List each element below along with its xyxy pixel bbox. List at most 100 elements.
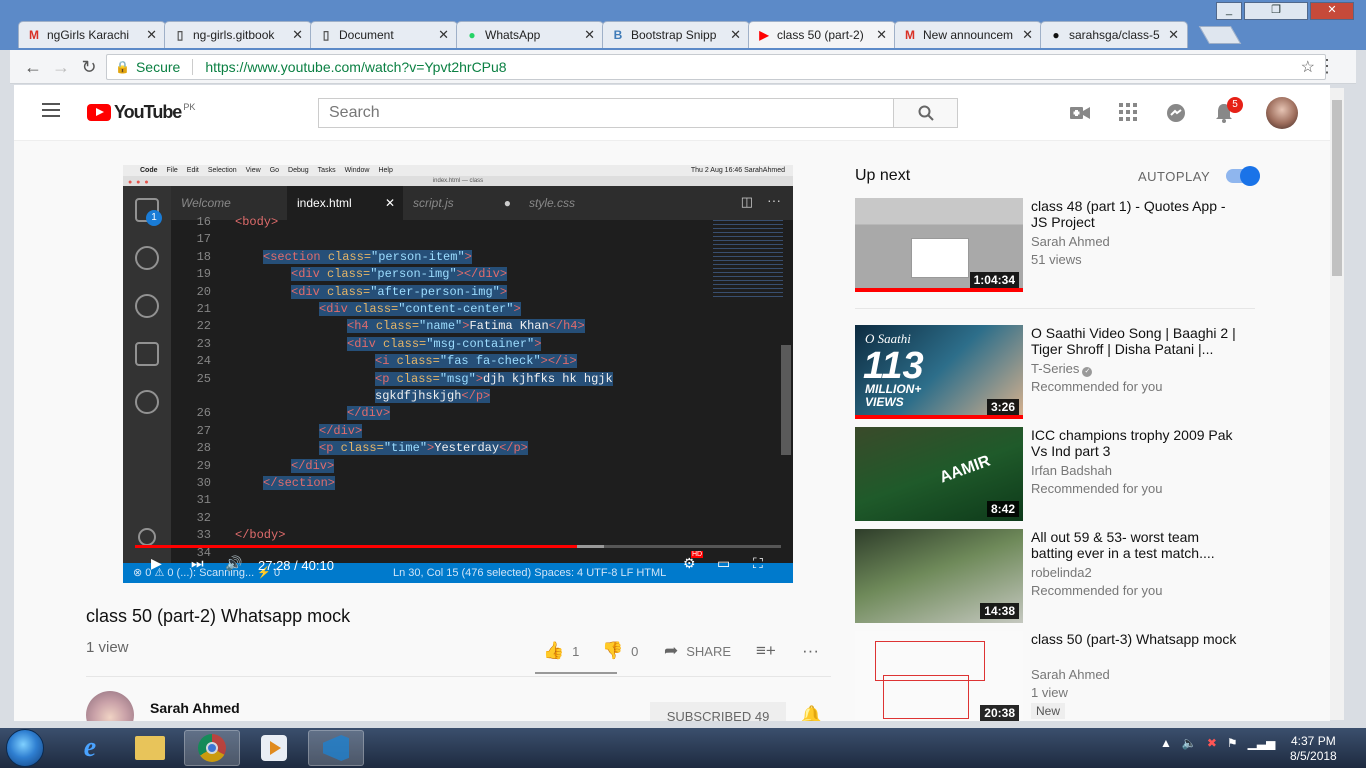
messages-icon[interactable] [1165,103,1187,125]
fullscreen-icon[interactable]: ⛶ [753,555,763,572]
tab-close-icon[interactable]: ✕ [1168,27,1179,43]
maximize-button[interactable]: ❐ [1244,2,1308,20]
signal-icon[interactable]: ▁▃▅ [1248,736,1276,750]
recommended-title[interactable]: class 50 (part-3) Whatsapp mock [1031,631,1241,647]
page-scrollbar[interactable] [1330,88,1344,720]
tab-close-icon[interactable]: ✕ [876,27,887,43]
autoplay-toggle[interactable] [1226,166,1260,186]
dislike-button[interactable]: 👎 0 [602,641,638,661]
share-icon: ➦ [664,641,679,660]
video-thumbnail[interactable]: 20:38 [855,631,1023,721]
recommended-video[interactable]: 14:38 All out 59 & 53- worst team batting… [855,529,1255,625]
like-button[interactable]: 👍 1 [543,641,579,661]
system-tray: ▲ 🔈 ✖ ⚑ ▁▃▅ [1160,736,1275,750]
youtube-icon: ▶ [759,28,769,42]
tab-close-icon[interactable]: ✕ [584,27,595,43]
browser-tab[interactable]: ● WhatsApp ✕ [456,21,604,48]
recommended-title[interactable]: All out 59 & 53- worst team batting ever… [1031,529,1241,561]
recommended-title[interactable]: O Saathi Video Song | Baaghi 2 | Tiger S… [1031,325,1241,357]
channel-avatar[interactable] [86,691,134,721]
editor-tab-script-js: script.js ● [403,186,519,220]
tab-close-icon[interactable]: ✕ [730,27,741,43]
recommended-channel[interactable]: T-Series ✓ [1031,361,1093,377]
minimize-button[interactable]: _ [1216,2,1242,20]
settings-icon[interactable]: ⚙ HD [683,551,704,572]
video-progress-bar[interactable] [135,545,781,548]
video-thumbnail[interactable]: AAMIR 8:42 [855,427,1023,521]
share-button[interactable]: ➦ SHARE [664,641,731,661]
tab-close-icon[interactable]: ✕ [1022,27,1033,43]
recommended-title[interactable]: ICC champions trophy 2009 Pak Vs Ind par… [1031,427,1241,459]
search-input[interactable]: Search [318,98,894,128]
reload-icon[interactable]: ↻ [78,56,100,78]
browser-tab[interactable]: B Bootstrap Snipp ✕ [602,21,750,48]
editor-scrollbar [781,345,791,455]
internet-explorer-icon[interactable]: e [62,730,118,766]
back-icon[interactable]: ← [22,56,44,78]
minimap [713,220,783,300]
recommended-video[interactable]: 20:38 class 50 (part-3) Whatsapp mock Sara… [855,631,1255,721]
speaker-icon[interactable]: 🔈 [1182,736,1197,750]
video-thumbnail[interactable]: 1:04:34 [855,198,1023,292]
video-thumbnail[interactable]: 14:38 [855,529,1023,623]
more-dots-icon: ··· [802,641,819,660]
recommended-channel[interactable]: Sarah Ahmed [1031,667,1110,682]
channel-name[interactable]: Sarah Ahmed [150,700,240,716]
recommended-meta: 51 views [1031,252,1082,267]
recommended-title[interactable]: class 48 (part 1) - Quotes App - JS Proj… [1031,198,1241,230]
user-avatar[interactable] [1266,97,1298,129]
media-player-icon[interactable] [246,730,302,766]
browser-tab[interactable]: ▯ Document ✕ [310,21,458,48]
youtube-logo[interactable]: YouTube PK [87,102,195,123]
video-player[interactable]: Code File Edit Selection View Go Debug Tasks Win… [123,165,793,583]
next-video-icon[interactable]: ⏭ [191,555,204,572]
browser-tab[interactable]: ▯ ng-girls.gitbook ✕ [164,21,312,48]
close-window-button[interactable]: ✕ [1310,2,1354,20]
url-bar[interactable]: 🔒 Secure https://www.youtube.com/watch?v… [106,54,1326,80]
bookmark-star-icon[interactable]: ☆ [1301,57,1315,77]
vscode-icon[interactable] [308,730,364,766]
browser-tab[interactable]: ▶ class 50 (part-2) ✕ [748,21,896,48]
recommended-meta: Recommended for you [1031,481,1163,496]
play-icon[interactable]: ▶ [151,555,162,572]
clock[interactable]: 4:37 PM 8/5/2018 [1290,734,1337,764]
tab-close-icon[interactable]: ✕ [292,27,303,43]
subscription-bell-icon[interactable]: 🔔 [800,705,822,721]
recommended-video[interactable]: 1:04:34 class 48 (part 1) - Quotes App - … [855,198,1255,294]
add-to-playlist-button[interactable]: ≡+ [756,641,776,661]
forward-icon[interactable]: → [50,56,72,78]
recommended-channel[interactable]: robelinda2 [1031,565,1092,580]
search-button[interactable] [893,98,958,128]
recommended-channel[interactable]: Irfan Badshah [1031,463,1112,478]
start-button[interactable] [6,729,44,767]
recommended-video[interactable]: O Saathi 113 MILLION+ VIEWS 3:26 O Saathi Vi… [855,325,1255,421]
browser-tab[interactable]: M New announcem ✕ [894,21,1042,48]
action-center-icon[interactable]: ⚑ [1227,736,1238,750]
theater-mode-icon[interactable]: ▭ [717,555,730,572]
apps-grid-icon[interactable] [1117,103,1139,125]
recommended-channel[interactable]: Sarah Ahmed [1031,234,1110,249]
file-explorer-icon[interactable] [122,730,178,766]
volume-icon[interactable]: 🔊 [225,555,242,572]
more-button[interactable]: ··· [802,641,819,661]
subscribe-button[interactable]: SUBSCRIBED 49 [650,702,786,721]
tab-close-icon[interactable]: ✕ [146,27,157,43]
youtube-play-icon [87,104,111,121]
secure-label: Secure [135,59,181,75]
video-thumbnail[interactable]: O Saathi 113 MILLION+ VIEWS 3:26 [855,325,1023,419]
browser-menu-icon[interactable]: ⋮ [1318,56,1336,77]
browser-tab[interactable]: ● sarahsga/class-5 ✕ [1040,21,1188,48]
chrome-icon[interactable] [184,730,240,766]
new-tab-button[interactable] [1198,26,1242,44]
mac-menu-item: Tasks [317,167,336,174]
network-icon[interactable]: ✖ [1207,736,1217,750]
code-line: 18 <section class="person-item"> [196,249,472,264]
browser-tab[interactable]: MngGirls Karachi ✕ [18,21,166,48]
create-video-icon[interactable] [1069,103,1091,125]
tab-close-icon[interactable]: ✕ [438,27,449,43]
mac-menubar: Code File Edit Selection View Go Debug Tasks Win… [123,165,793,176]
hamburger-menu-icon[interactable] [42,103,60,117]
recommended-video[interactable]: AAMIR 8:42 ICC champions trophy 2009 Pak V… [855,427,1255,523]
mac-menu-item: File [166,167,178,174]
show-hidden-icons[interactable]: ▲ [1160,736,1172,750]
